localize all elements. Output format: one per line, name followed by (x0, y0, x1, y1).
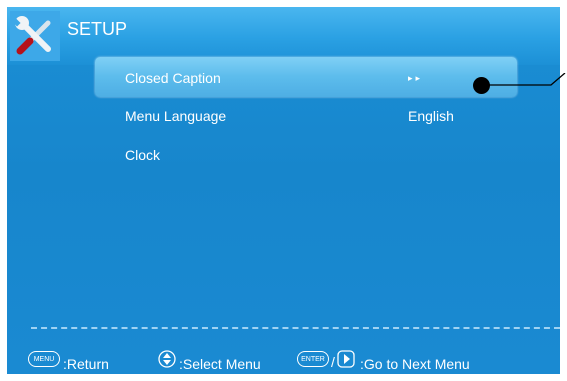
return-hint: :Return (63, 356, 109, 372)
menu-item-clock[interactable]: Clock (125, 147, 160, 163)
right-arrow-icon (337, 350, 355, 368)
enter-key-icon: ENTER (297, 351, 329, 367)
tools-icon (10, 11, 60, 61)
menu-item-menu-language[interactable]: Menu Language (125, 108, 226, 124)
page-title: SETUP (67, 19, 128, 39)
slash-separator: / (331, 354, 335, 370)
up-down-icon (158, 350, 176, 368)
menu-item-closed-caption[interactable]: Closed Caption (125, 70, 221, 86)
select-hint: :Select Menu (179, 356, 261, 372)
footer-divider (31, 327, 560, 329)
menu-language-value: English (408, 108, 454, 124)
submenu-arrow-icon: ▸▸ (408, 73, 424, 83)
menu-key-icon: MENU (28, 351, 60, 367)
next-menu-hint: :Go to Next Menu (360, 356, 470, 372)
setup-screen: SETUP Closed Caption ▸▸ Menu Language En… (7, 7, 560, 374)
callout-pointer-line (481, 73, 566, 86)
